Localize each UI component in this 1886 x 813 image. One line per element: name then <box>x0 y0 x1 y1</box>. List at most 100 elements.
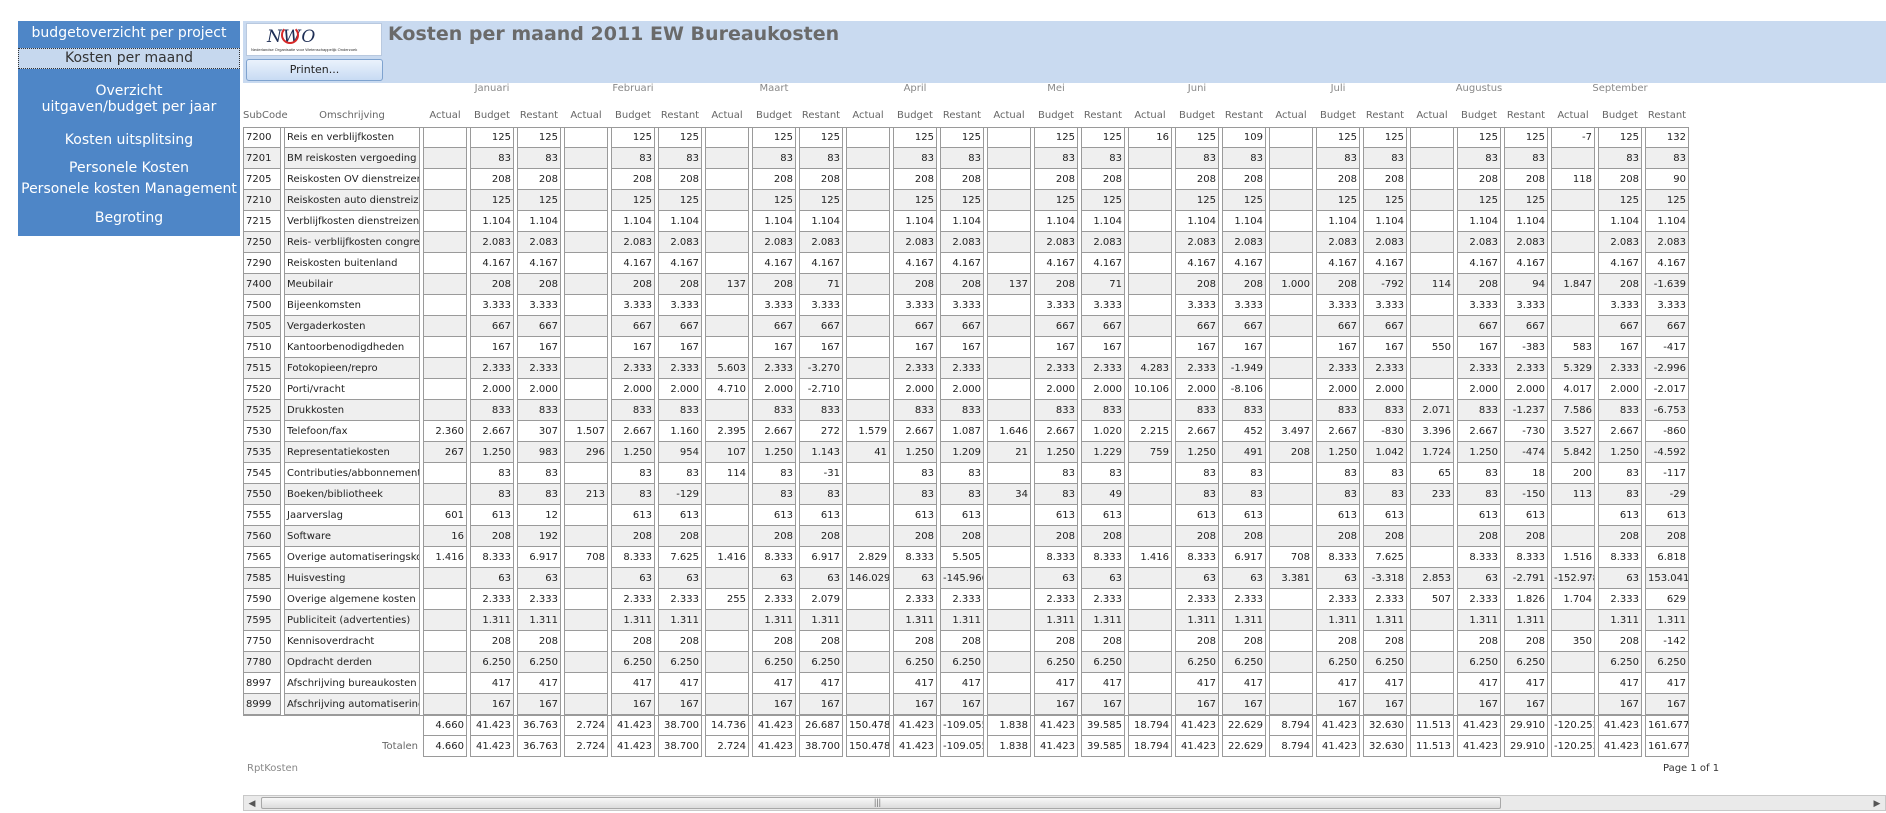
value-cell <box>987 316 1031 337</box>
value-cell: 83 <box>1598 484 1642 505</box>
table-row: 7400 Meubilair 208 208 208 208 137 208 71 208 208 1… <box>243 274 1689 295</box>
totals-cell: 41.423 <box>1598 736 1642 757</box>
nav-kosten-per-maand[interactable]: Kosten per maand <box>18 48 240 69</box>
value-cell: 3.333 <box>940 295 984 316</box>
value-cell: 6.250 <box>1457 652 1501 673</box>
value-cell: 667 <box>799 316 843 337</box>
value-cell: 83 <box>1034 463 1078 484</box>
value-cell: 1.143 <box>799 442 843 463</box>
header-subcode: SubCode <box>243 110 288 121</box>
value-cell: 2.667 <box>752 421 796 442</box>
subtotal-cell: 161.677 <box>1645 715 1689 736</box>
nav-personele-kosten-management[interactable]: Personele kosten Management <box>18 181 240 199</box>
totals-cell: 11.513 <box>1410 736 1454 757</box>
value-cell: 1.104 <box>658 211 702 232</box>
value-cell <box>564 190 608 211</box>
value-cell: 83 <box>1034 148 1078 169</box>
totals-cell: 41.423 <box>470 736 514 757</box>
value-cell: 1.416 <box>705 547 749 568</box>
value-cell: 208 <box>517 274 561 295</box>
value-cell: 6.250 <box>940 652 984 673</box>
subtotal-cell: -109.055 <box>940 715 984 736</box>
value-cell: 113 <box>1551 484 1595 505</box>
value-cell <box>846 232 890 253</box>
subtotal-cell: 41.423 <box>1034 715 1078 736</box>
value-cell <box>423 610 467 631</box>
value-cell: -7 <box>1551 127 1595 148</box>
value-cell: 3.396 <box>1410 421 1454 442</box>
value-cell <box>1128 631 1172 652</box>
value-cell <box>1269 610 1313 631</box>
value-cell <box>846 631 890 652</box>
value-cell <box>564 148 608 169</box>
subcode-cell: 7585 <box>243 568 281 589</box>
value-cell: 667 <box>658 316 702 337</box>
value-cell: 208 <box>1222 526 1266 547</box>
nav-overzicht-uitgaven[interactable]: Overzicht uitgaven/budget per jaar <box>18 83 240 117</box>
value-cell <box>987 169 1031 190</box>
subcode-cell: 7250 <box>243 232 281 253</box>
value-cell: 417 <box>1598 673 1642 694</box>
value-cell <box>1269 211 1313 232</box>
value-cell: -117 <box>1645 463 1689 484</box>
nav-budgetoverzicht[interactable]: budgetoverzicht per project <box>18 25 240 43</box>
value-cell: 3.333 <box>1504 295 1548 316</box>
value-cell: 1.104 <box>470 211 514 232</box>
value-cell: 833 <box>470 400 514 421</box>
subtotal-cell: 2.724 <box>564 715 608 736</box>
description-cell: Boeken/bibliotheek <box>284 484 420 505</box>
subtotal-cell: 4.660 <box>423 715 467 736</box>
value-cell <box>564 295 608 316</box>
totals-row: Totalen 4.660 41.423 36.763 2.724 41.423 38.70… <box>243 736 1689 757</box>
value-cell: 3.333 <box>1081 295 1125 316</box>
value-cell: 613 <box>893 505 937 526</box>
scroll-left-icon[interactable]: ◀ <box>244 796 260 810</box>
subtotal-cell: 41.423 <box>1316 715 1360 736</box>
value-cell: 1.646 <box>987 421 1031 442</box>
scrollbar-thumb[interactable]: ||| <box>261 797 1501 809</box>
value-cell <box>1269 400 1313 421</box>
description-cell: Publiciteit (advertenties) <box>284 610 420 631</box>
value-cell: 1.311 <box>1081 610 1125 631</box>
horizontal-scrollbar[interactable]: ◀ ||| ▶ <box>243 795 1886 811</box>
value-cell <box>1410 526 1454 547</box>
value-cell: 63 <box>658 568 702 589</box>
subtotal-cell: 11.513 <box>1410 715 1454 736</box>
value-cell: 6.250 <box>1222 652 1266 673</box>
header-budget: Budget <box>1320 110 1356 121</box>
value-cell: 1.104 <box>752 211 796 232</box>
print-button[interactable]: Printen... <box>246 59 383 81</box>
table-row: 7555 Jaarverslag 601 613 12 613 613 613 613 613 61… <box>243 505 1689 526</box>
subcode-cell: 7400 <box>243 274 281 295</box>
value-cell: 208 <box>1363 631 1407 652</box>
value-cell: 125 <box>752 127 796 148</box>
subtotal-cell: 32.630 <box>1363 715 1407 736</box>
value-cell <box>1551 211 1595 232</box>
value-cell: 3.333 <box>1222 295 1266 316</box>
nav-kosten-uitsplitsing[interactable]: Kosten uitsplitsing <box>18 132 240 150</box>
value-cell <box>846 400 890 421</box>
value-cell <box>564 463 608 484</box>
value-cell: -383 <box>1504 337 1548 358</box>
value-cell: 1.104 <box>1034 211 1078 232</box>
value-cell: 167 <box>893 694 937 715</box>
month-label-1: Februari <box>612 83 654 94</box>
month-label-7: Augustus <box>1455 83 1503 94</box>
nav-begroting[interactable]: Begroting <box>18 210 240 228</box>
value-cell: 2.000 <box>1175 379 1219 400</box>
value-cell: 833 <box>1081 400 1125 421</box>
table-row: 7250Reis- verblijfkosten congressen 2.083… <box>243 232 1689 253</box>
subcode-cell: 7201 <box>243 148 281 169</box>
value-cell: 1.311 <box>752 610 796 631</box>
value-cell: 2.333 <box>1034 358 1078 379</box>
value-cell <box>423 673 467 694</box>
value-cell: 2.333 <box>1316 358 1360 379</box>
totals-cell: 36.763 <box>517 736 561 757</box>
page-number: Page 1 of 1 <box>1663 763 1720 774</box>
nav-personele-kosten[interactable]: Personele Kosten <box>18 160 240 178</box>
value-cell: 296 <box>564 442 608 463</box>
table-row: 7510 Kantoorbenodigdheden 167 167 167 167 167 1… <box>243 337 1689 358</box>
scroll-right-icon[interactable]: ▶ <box>1869 796 1885 810</box>
value-cell: 125 <box>1175 190 1219 211</box>
value-cell: 167 <box>1316 337 1360 358</box>
